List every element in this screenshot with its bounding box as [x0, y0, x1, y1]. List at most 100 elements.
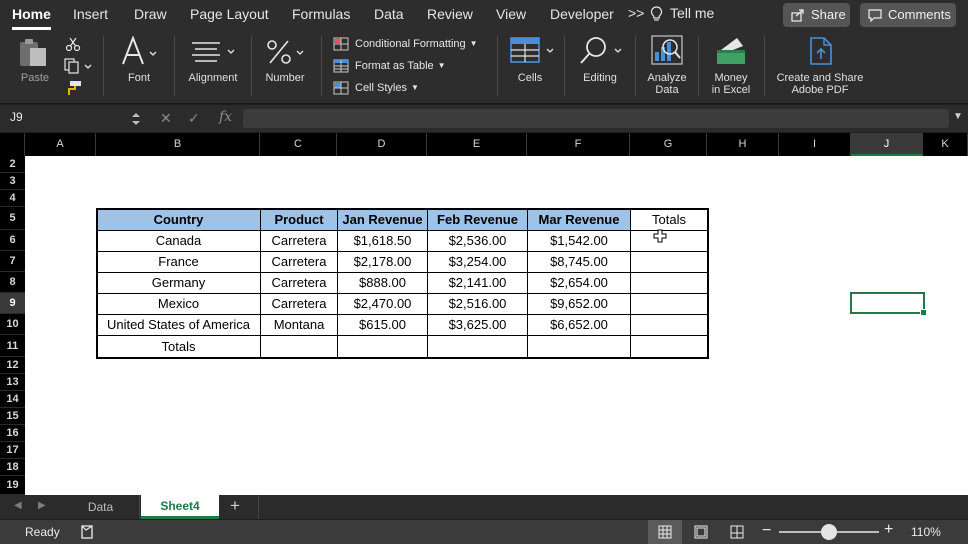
- accessibility-icon[interactable]: [80, 524, 96, 540]
- cut-icon[interactable]: [65, 36, 81, 52]
- zoom-in-button[interactable]: +: [884, 521, 893, 539]
- header-totals[interactable]: Totals: [631, 209, 707, 230]
- column-header-k[interactable]: K: [923, 133, 968, 156]
- column-header-i[interactable]: I: [779, 133, 851, 156]
- table-cell[interactable]: $888.00: [338, 273, 427, 293]
- totals-cell[interactable]: [631, 336, 707, 357]
- paste-icon[interactable]: [16, 38, 52, 68]
- alignment-group[interactable]: Alignment: [182, 30, 246, 104]
- tab-insert[interactable]: Insert: [73, 5, 108, 25]
- totals-row-label[interactable]: Totals: [97, 336, 260, 357]
- tab-data[interactable]: Data: [374, 5, 404, 25]
- tab-formulas[interactable]: Formulas: [292, 5, 350, 25]
- table-cell[interactable]: $2,536.00: [428, 231, 527, 251]
- table-cell[interactable]: $3,625.00: [428, 315, 527, 335]
- editing-group[interactable]: Editing: [572, 30, 628, 104]
- zoom-slider-thumb[interactable]: [821, 524, 837, 540]
- totals-cell[interactable]: [428, 336, 527, 357]
- row-header-15[interactable]: 15: [0, 408, 25, 425]
- totals-cell[interactable]: [261, 336, 337, 357]
- column-header-a[interactable]: A: [25, 133, 96, 156]
- cells-group[interactable]: Cells: [505, 30, 557, 104]
- tab-page-layout[interactable]: Page Layout: [190, 5, 269, 25]
- sheet-tab-data[interactable]: Data: [62, 495, 140, 519]
- cancel-icon[interactable]: ✕: [160, 110, 172, 127]
- row-header-7[interactable]: 7: [0, 251, 25, 272]
- format-as-table-button[interactable]: Format as Table ▼: [333, 58, 446, 74]
- table-cell[interactable]: $3,254.00: [428, 252, 527, 272]
- table-cell[interactable]: $1,542.00: [528, 231, 630, 251]
- column-header-j[interactable]: J: [851, 133, 923, 156]
- format-painter-icon[interactable]: [64, 80, 82, 96]
- share-button[interactable]: Share: [783, 3, 850, 27]
- tell-me-search[interactable]: Tell me: [670, 5, 714, 21]
- copy-icon[interactable]: [64, 58, 94, 74]
- normal-view-button[interactable]: [648, 520, 682, 544]
- column-header-e[interactable]: E: [427, 133, 527, 156]
- table-cell[interactable]: Carretera: [261, 231, 337, 251]
- table-cell[interactable]: France: [97, 252, 260, 272]
- totals-cell[interactable]: [631, 315, 707, 335]
- row-header-8[interactable]: 8: [0, 272, 25, 293]
- tab-draw[interactable]: Draw: [134, 5, 167, 25]
- tab-developer[interactable]: Developer: [550, 5, 614, 25]
- table-cell[interactable]: Mexico: [97, 294, 260, 314]
- totals-cell[interactable]: [631, 252, 707, 272]
- tab-review[interactable]: Review: [427, 5, 473, 25]
- row-header-11[interactable]: 11: [0, 335, 25, 357]
- sheet-tab-sheet4[interactable]: Sheet4: [141, 495, 219, 519]
- table-cell[interactable]: Carretera: [261, 252, 337, 272]
- more-tabs-chevron-icon[interactable]: >>: [628, 5, 644, 21]
- name-box[interactable]: J9: [0, 105, 150, 132]
- column-header-g[interactable]: G: [630, 133, 707, 156]
- conditional-formatting-button[interactable]: Conditional Formatting ▼: [333, 36, 478, 52]
- table-cell[interactable]: Carretera: [261, 273, 337, 293]
- table-cell[interactable]: Germany: [97, 273, 260, 293]
- row-header-3[interactable]: 3: [0, 173, 25, 190]
- money-in-excel-button[interactable]: Money in Excel: [703, 30, 759, 104]
- function-icon[interactable]: fx: [219, 109, 232, 125]
- row-header-17[interactable]: 17: [0, 442, 25, 459]
- table-cell[interactable]: United States of America: [97, 315, 260, 335]
- column-header-c[interactable]: C: [260, 133, 337, 156]
- table-cell[interactable]: $2,141.00: [428, 273, 527, 293]
- table-cell[interactable]: $2,178.00: [338, 252, 427, 272]
- table-cell[interactable]: $615.00: [338, 315, 427, 335]
- formula-input[interactable]: [243, 109, 949, 128]
- table-cell[interactable]: Carretera: [261, 294, 337, 314]
- column-header-f[interactable]: F: [527, 133, 630, 156]
- table-cell[interactable]: Canada: [97, 231, 260, 251]
- name-box-stepper-icon[interactable]: [131, 111, 141, 127]
- zoom-out-button[interactable]: −: [762, 522, 771, 540]
- tab-view[interactable]: View: [496, 5, 526, 25]
- totals-cell[interactable]: [528, 336, 630, 357]
- active-cell-j9[interactable]: [850, 292, 927, 316]
- row-header-19[interactable]: 19: [0, 476, 25, 495]
- row-header-13[interactable]: 13: [0, 374, 25, 391]
- row-header-2[interactable]: 2: [0, 156, 25, 173]
- header-jan-revenue[interactable]: Jan Revenue: [338, 209, 427, 230]
- font-group[interactable]: Font: [110, 30, 170, 104]
- table-cell[interactable]: $6,652.00: [528, 315, 630, 335]
- header-mar-revenue[interactable]: Mar Revenue: [528, 209, 630, 230]
- table-cell[interactable]: $2,470.00: [338, 294, 427, 314]
- prev-sheet-icon[interactable]: ◀: [14, 500, 22, 511]
- add-sheet-button[interactable]: +: [230, 496, 240, 516]
- row-header-12[interactable]: 12: [0, 357, 25, 374]
- row-header-16[interactable]: 16: [0, 425, 25, 442]
- cell-styles-button[interactable]: Cell Styles ▼: [333, 80, 419, 96]
- row-header-9[interactable]: 9: [0, 293, 25, 314]
- row-header-6[interactable]: 6: [0, 230, 25, 251]
- header-product[interactable]: Product: [261, 209, 337, 230]
- worksheet-grid[interactable]: Country Product Jan Revenue Feb Revenue Mar …: [25, 156, 968, 495]
- totals-cell[interactable]: [631, 294, 707, 314]
- header-feb-revenue[interactable]: Feb Revenue: [428, 209, 527, 230]
- table-cell[interactable]: $2,516.00: [428, 294, 527, 314]
- analyze-data-button[interactable]: Analyze Data: [640, 30, 694, 104]
- page-layout-view-button[interactable]: [684, 520, 718, 544]
- column-header-d[interactable]: D: [337, 133, 427, 156]
- table-cell[interactable]: $8,745.00: [528, 252, 630, 272]
- totals-cell[interactable]: [338, 336, 427, 357]
- expand-formula-icon[interactable]: ▼: [953, 111, 963, 122]
- zoom-percentage[interactable]: 110%: [911, 525, 941, 539]
